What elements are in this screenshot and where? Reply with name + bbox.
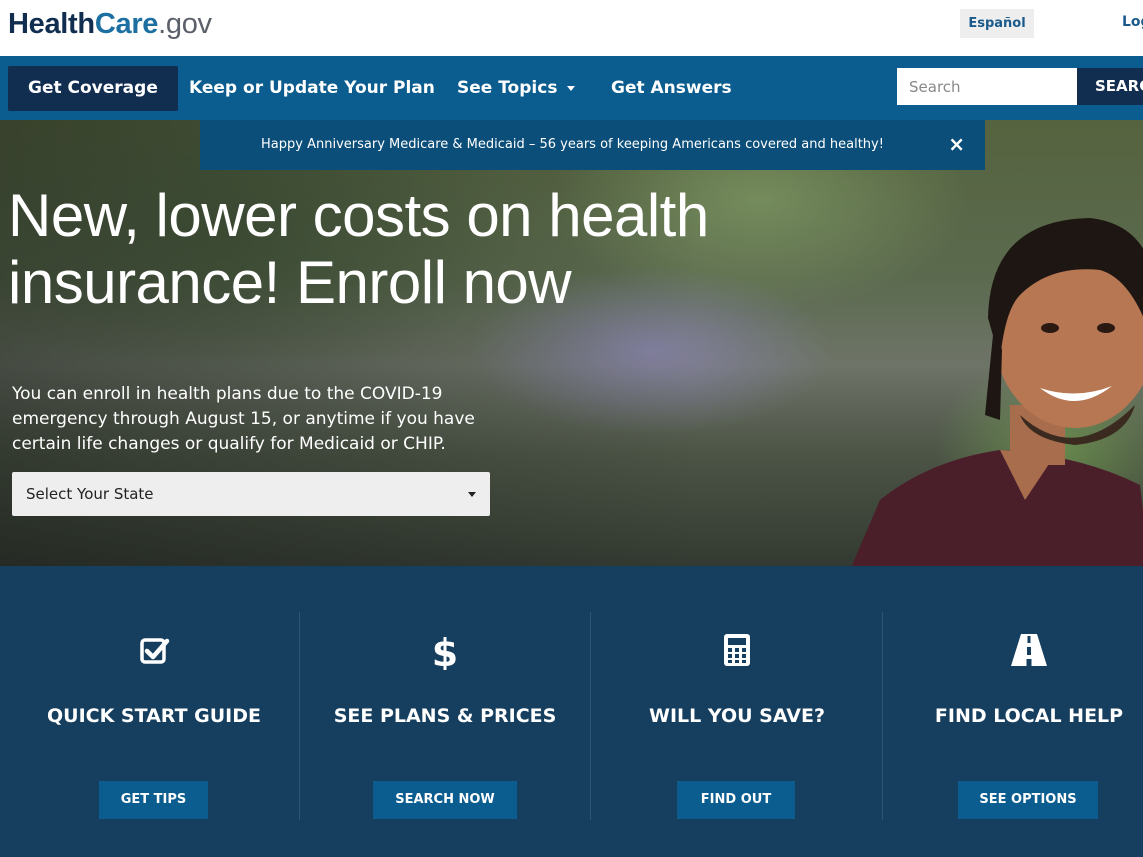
chevron-down-icon [567, 85, 576, 91]
search-now-button[interactable]: SEARCH NOW [373, 781, 517, 819]
nav-keep-or-update-plan[interactable]: Keep or Update Your Plan [189, 66, 435, 111]
headline-line-1: New, lower costs on health [8, 182, 709, 249]
see-options-button[interactable]: SEE OPTIONS [958, 781, 1098, 819]
features-section: QUICK START GUIDE GET TIPS $ SEE PLANS &… [0, 566, 1143, 857]
state-select[interactable]: Select Your State [12, 472, 490, 516]
close-icon[interactable]: × [948, 120, 965, 168]
search-button[interactable]: SEARC [1077, 68, 1143, 105]
login-link[interactable]: Log [1122, 14, 1143, 30]
hero-headline: New, lower costs on health insurance! En… [8, 182, 768, 316]
feature-title: FIND LOCAL HELP [934, 705, 1124, 727]
nav-see-topics[interactable]: See Topics [457, 66, 576, 111]
dollar-icon: $ [432, 631, 458, 670]
feature-title: WILL YOU SAVE? [649, 705, 825, 727]
state-select-value: Select Your State [26, 485, 154, 503]
nav-see-topics-label: See Topics [457, 78, 558, 98]
top-bar: HealthCare.gov Español Log [0, 0, 1143, 56]
main-nav: Get Coverage Keep or Update Your Plan Se… [0, 56, 1143, 120]
feature-title: SEE PLANS & PRICES [333, 705, 557, 727]
smiling-man-photo [851, 218, 1143, 566]
feature-will-you-save: WILL YOU SAVE? FIND OUT [591, 566, 883, 857]
find-out-button[interactable]: FIND OUT [677, 781, 795, 819]
calculator-icon [724, 634, 750, 666]
anniversary-banner: Happy Anniversary Medicare & Medicaid – … [200, 120, 985, 170]
checkbox-icon [140, 638, 170, 664]
get-tips-button[interactable]: GET TIPS [99, 781, 208, 819]
search-input[interactable] [897, 68, 1077, 105]
espanol-link[interactable]: Español [960, 9, 1034, 38]
hero-section: Happy Anniversary Medicare & Medicaid – … [0, 120, 1143, 566]
feature-title: QUICK START GUIDE [46, 705, 261, 727]
feature-local-help: FIND LOCAL HELP SEE OPTIONS [883, 566, 1143, 857]
nav-get-answers[interactable]: Get Answers [611, 66, 732, 111]
feature-plans-prices: $ SEE PLANS & PRICES SEARCH NOW [299, 566, 591, 857]
nav-get-coverage[interactable]: Get Coverage [8, 66, 178, 111]
hero-subtext: You can enroll in health plans due to th… [12, 384, 475, 454]
feature-quick-start: QUICK START GUIDE GET TIPS [8, 566, 300, 857]
road-icon [1011, 634, 1047, 666]
banner-text: Happy Anniversary Medicare & Medicaid – … [261, 137, 884, 152]
headline-line-2: insurance! Enroll now [8, 249, 572, 316]
healthcare-gov-logo[interactable]: HealthCare.gov [8, 6, 212, 42]
chevron-down-icon [468, 492, 476, 497]
svg-text:$: $ [432, 631, 458, 670]
